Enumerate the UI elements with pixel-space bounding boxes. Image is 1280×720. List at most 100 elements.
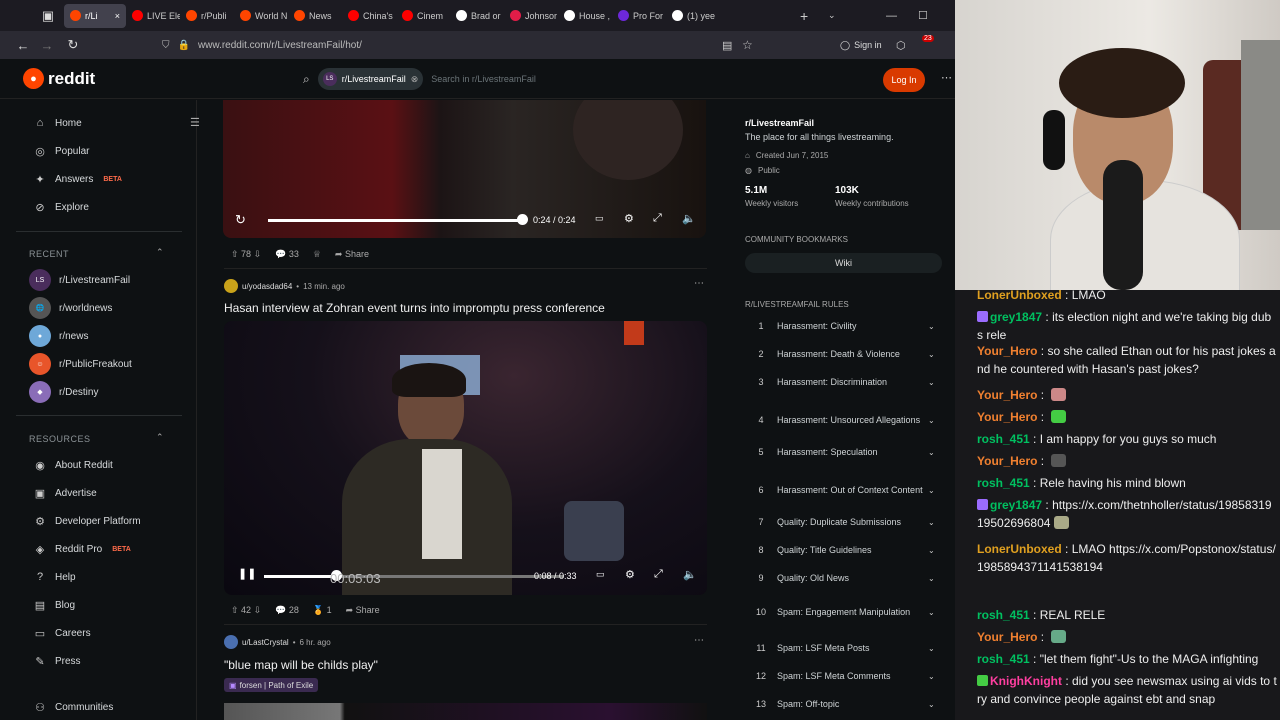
rule-item[interactable]: 6 Harassment: Out of Context Content ⌄ (745, 476, 940, 504)
browser-tab[interactable]: r/Publi (180, 4, 234, 28)
tab-overview-icon[interactable]: ▣ (36, 8, 60, 24)
chat-username[interactable]: rosh_451 (977, 432, 1030, 446)
search-community-chip[interactable]: LS r/LivestreamFail ⊗ (317, 68, 424, 90)
browser-tab[interactable]: World N (234, 4, 288, 28)
vote-control[interactable]: ⇧ 78 ⇩ (231, 249, 261, 260)
recent-collapse-icon[interactable]: ⌃ (156, 247, 164, 258)
rule-item[interactable]: 1 Harassment: Civility ⌄ (745, 316, 940, 336)
chat-username[interactable]: grey1847 (990, 310, 1042, 324)
rule-item[interactable]: 7 Quality: Duplicate Submissions ⌄ (745, 512, 940, 532)
video-player-1[interactable]: ↻ 0:24 / 0:24 ▭ ⚙ ⤢ 🔈 (223, 100, 706, 238)
recent-header[interactable]: RECENT (29, 249, 69, 259)
chevron-down-icon[interactable]: ⌄ (928, 546, 940, 555)
reader-mode-icon[interactable]: ▤ (722, 39, 732, 52)
chat-username[interactable]: rosh_451 (977, 608, 1030, 622)
pause-icon[interactable]: ❚❚ (238, 567, 256, 580)
share-button[interactable]: ➦ Share (346, 605, 380, 616)
vote-control[interactable]: ⇧ 42 ⇩ (231, 605, 261, 616)
rule-item[interactable]: 3 Harassment: Discrimination ⌄ (745, 372, 940, 392)
progress-thumb[interactable] (517, 214, 528, 225)
replay-icon[interactable]: ↻ (235, 212, 246, 228)
chevron-down-icon[interactable]: ⌄ (928, 574, 940, 583)
address-bar[interactable]: ⛉ 🔒 www.reddit.com/r/LivestreamFail/hot/ (162, 35, 762, 55)
sidebar-item-resource[interactable]: ✎ Press (33, 651, 80, 671)
post-title[interactable]: Hasan interview at Zohran event turns in… (224, 301, 605, 315)
sidebar-item-communities[interactable]: ⚇ Communities (33, 697, 113, 717)
back-icon[interactable]: ← (11, 38, 35, 53)
sidebar-collapse-icon[interactable]: ☰ (190, 116, 200, 129)
tab-close-icon[interactable]: × (115, 11, 120, 21)
settings-icon[interactable]: ⚙ (624, 212, 634, 225)
chevron-down-icon[interactable]: ⌄ (928, 448, 940, 457)
sidebar-item-explore[interactable]: ⊘ Explore (33, 197, 89, 217)
volume-icon[interactable]: 🔈 (682, 212, 696, 225)
search-bar[interactable]: ⌕ LS r/LivestreamFail ⊗ Search in r/Live… (303, 66, 723, 92)
browser-tab[interactable]: (1) yee (666, 4, 720, 28)
chat-username[interactable]: LonerUnboxed (977, 542, 1062, 556)
rule-item[interactable]: 8 Quality: Title Guidelines ⌄ (745, 540, 940, 560)
fullscreen-icon[interactable]: ⤢ (653, 212, 662, 225)
sidebar-item-resource[interactable]: ▤ Blog (33, 595, 75, 615)
chevron-down-icon[interactable]: ⌄ (928, 700, 940, 709)
sidebar-item-resource[interactable]: ? Help (33, 567, 76, 587)
browser-tab[interactable]: China's (342, 4, 396, 28)
sidebar-item-resource[interactable]: ▣ Advertise (33, 483, 97, 503)
notification-badge[interactable]: 23 (922, 35, 934, 42)
chat-username[interactable]: LonerUnboxed (977, 290, 1062, 302)
rule-item[interactable]: 12 Spam: LSF Meta Comments ⌄ (745, 666, 940, 686)
volume-icon[interactable]: 🔈 (683, 568, 697, 581)
captions-icon[interactable]: ▭ (596, 569, 605, 580)
chat-username[interactable]: grey1847 (990, 498, 1042, 512)
rule-item[interactable]: 13 Spam: Off-topic ⌄ (745, 694, 940, 714)
chat-username[interactable]: Your_Hero (977, 630, 1037, 644)
chevron-down-icon[interactable]: ⌄ (928, 416, 940, 425)
sidebar-item-resource[interactable]: ⚙ Developer Platform (33, 511, 141, 531)
login-button[interactable]: Log In (883, 68, 925, 92)
browser-tab[interactable]: r/Li × (64, 3, 126, 28)
tab-list-icon[interactable]: ⌄ (828, 10, 836, 21)
award-button[interactable]: 🏅 1 (313, 605, 332, 616)
forward-icon[interactable]: → (35, 38, 59, 53)
sign-in-button[interactable]: ◯ Sign in (840, 40, 882, 51)
award-button[interactable]: ♕ (313, 249, 321, 260)
chevron-down-icon[interactable]: ⌄ (928, 672, 940, 681)
post-3-media-preview[interactable] (224, 703, 707, 720)
chat-username[interactable]: rosh_451 (977, 652, 1030, 666)
sidebar-item-recent[interactable]: ◆ r/Destiny (29, 381, 98, 403)
bookmark-star-icon[interactable]: ☆ (742, 38, 753, 52)
chevron-down-icon[interactable]: ⌄ (928, 322, 940, 331)
settings-icon[interactable]: ⚙ (625, 568, 635, 581)
browser-tab[interactable]: Cinem (396, 4, 450, 28)
sidebar-item-resource[interactable]: ◉ About Reddit (33, 455, 113, 475)
more-options-icon[interactable]: ⋯ (941, 71, 952, 84)
wiki-button[interactable]: Wiki (745, 253, 942, 273)
author-avatar[interactable] (224, 279, 238, 293)
minimize-icon[interactable]: — (886, 10, 897, 22)
comments-button[interactable]: 💬 33 (275, 249, 299, 260)
search-input[interactable]: Search in r/LivestreamFail (431, 74, 536, 84)
chat-username[interactable]: Your_Hero (977, 344, 1037, 358)
progress-track[interactable] (268, 219, 522, 222)
post-flair[interactable]: ▣ forsen | Path of Exile (224, 678, 319, 692)
community-name[interactable]: r/LivestreamFail (745, 118, 814, 128)
maximize-icon[interactable]: ☐ (918, 9, 928, 22)
rule-item[interactable]: 10 Spam: Engagement Manipulation ⌄ (745, 602, 940, 622)
chevron-down-icon[interactable]: ⌄ (928, 350, 940, 359)
chat-username[interactable]: KnighKnight (990, 674, 1062, 688)
rule-item[interactable]: 2 Harassment: Death & Violence ⌄ (745, 344, 940, 364)
post-title[interactable]: "blue map will be childs play" (224, 658, 378, 672)
post-author[interactable]: u/LastCrystal (242, 638, 289, 647)
chat-username[interactable]: rosh_451 (977, 476, 1030, 490)
chevron-down-icon[interactable]: ⌄ (928, 378, 940, 387)
reload-icon[interactable]: ↻ (61, 37, 85, 53)
browser-tab[interactable]: House , (558, 4, 612, 28)
browser-tab[interactable]: Pro For (612, 4, 666, 28)
sidebar-item-popular[interactable]: ◎ Popular (33, 141, 89, 161)
sidebar-item-recent[interactable]: LS r/LivestreamFail (29, 269, 130, 291)
chevron-down-icon[interactable]: ⌄ (928, 486, 940, 495)
chevron-down-icon[interactable]: ⌄ (928, 608, 940, 617)
author-avatar[interactable] (224, 635, 238, 649)
rule-item[interactable]: 9 Quality: Old News ⌄ (745, 568, 940, 588)
browser-tab[interactable]: LIVE Ele (126, 4, 180, 28)
browser-tab[interactable]: Johnsor (504, 4, 558, 28)
